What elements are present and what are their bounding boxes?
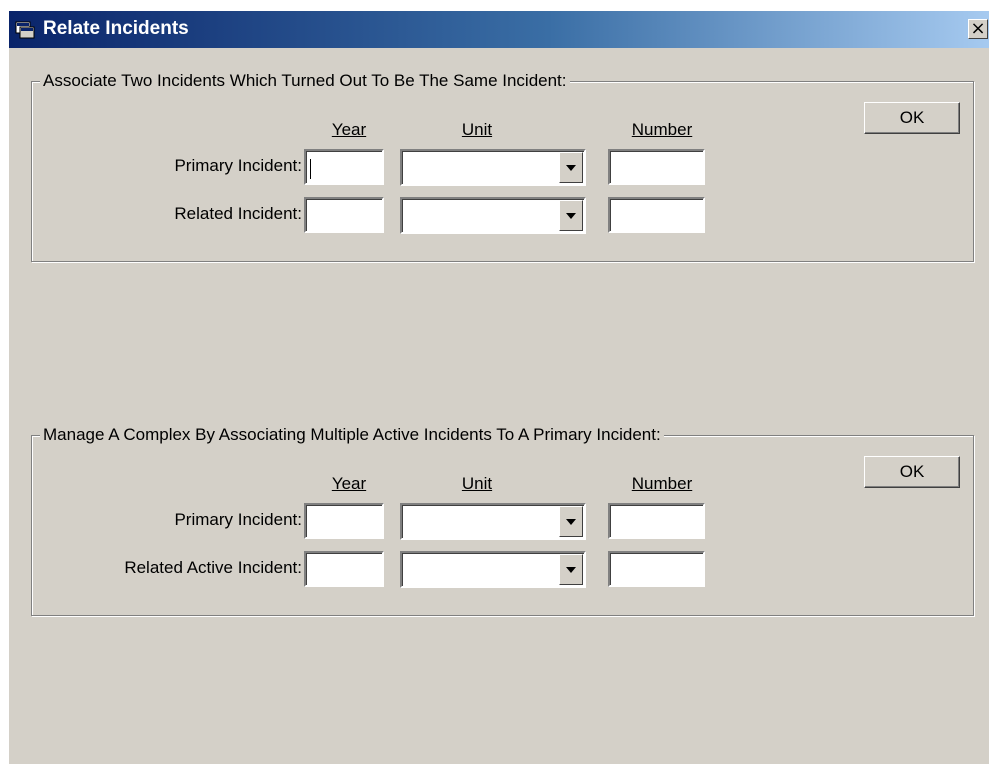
same-incident-group: Associate Two Incidents Which Turned Out… (31, 71, 974, 262)
close-button[interactable]: × (968, 19, 988, 39)
related-active-incident-label: Related Active Incident: (124, 558, 302, 577)
number-column-header: Number (631, 474, 693, 493)
same-incident-group-legend: Associate Two Incidents Which Turned Out… (40, 71, 570, 91)
unit-column-header: Unit (461, 120, 493, 139)
chevron-down-icon[interactable] (559, 200, 583, 231)
window-title: Relate Incidents (43, 18, 189, 39)
year-column-header: Year (331, 120, 367, 139)
complex-group: Manage A Complex By Associating Multiple… (31, 425, 974, 616)
related-incident-label: Related Incident: (174, 204, 302, 223)
chevron-down-icon[interactable] (559, 554, 583, 585)
primary-incident-label: Primary Incident: (174, 510, 302, 529)
chevron-down-icon[interactable] (559, 506, 583, 537)
primary-incident-label: Primary Incident: (174, 156, 302, 175)
related-incident-unit-select[interactable] (400, 197, 586, 234)
primary-incident-unit-select[interactable] (400, 149, 586, 186)
complex-primary-unit-select[interactable] (400, 503, 586, 540)
complex-group-legend: Manage A Complex By Associating Multiple… (40, 425, 664, 445)
complex-primary-number-input[interactable] (608, 503, 705, 539)
number-column-header: Number (631, 120, 693, 139)
close-icon: × (970, 18, 986, 39)
complex-primary-year-input[interactable] (304, 503, 384, 539)
related-active-number-input[interactable] (608, 551, 705, 587)
app-icon (15, 21, 35, 39)
related-active-unit-select[interactable] (400, 551, 586, 588)
primary-incident-year-input[interactable] (304, 149, 384, 185)
unit-column-header: Unit (461, 474, 493, 493)
related-incident-number-input[interactable] (608, 197, 705, 233)
ok-button[interactable]: OK (864, 456, 960, 488)
related-incident-year-input[interactable] (304, 197, 384, 233)
related-active-year-input[interactable] (304, 551, 384, 587)
relate-incidents-window: Relate Incidents × Associate Two Inciden… (8, 10, 989, 764)
title-bar[interactable]: Relate Incidents × (9, 11, 989, 48)
text-caret (310, 159, 311, 179)
year-column-header: Year (331, 474, 367, 493)
chevron-down-icon[interactable] (559, 152, 583, 183)
primary-incident-number-input[interactable] (608, 149, 705, 185)
ok-button[interactable]: OK (864, 102, 960, 134)
